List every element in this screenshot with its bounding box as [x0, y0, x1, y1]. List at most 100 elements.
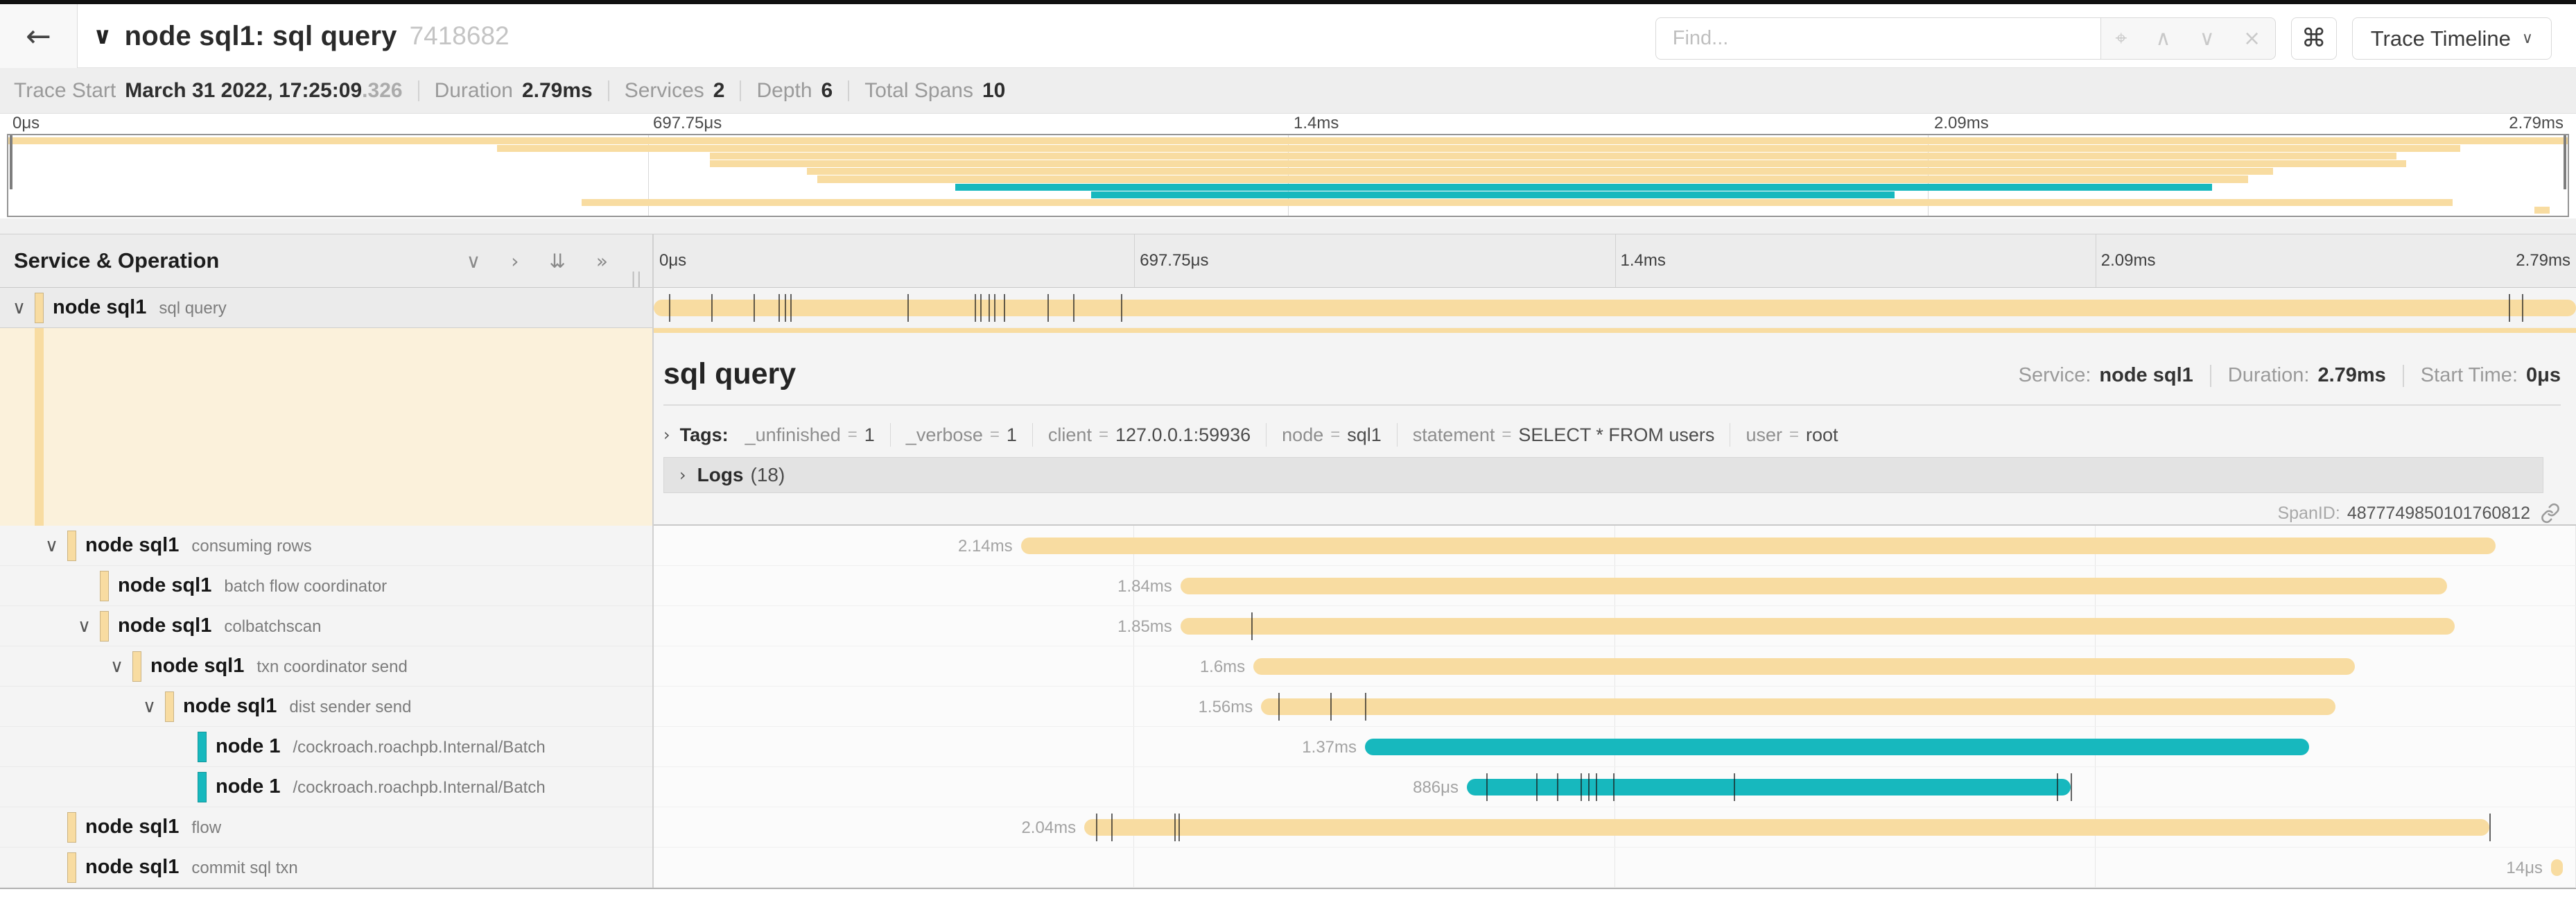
summary-divider — [608, 80, 609, 101]
span-bar[interactable] — [1084, 819, 2489, 836]
summary-divider — [740, 80, 741, 101]
span-log-tick — [907, 294, 909, 322]
span-log-tick — [1073, 294, 1074, 322]
span-tree-row[interactable]: ∨node sql1consuming rows — [0, 526, 652, 566]
span-bar-row[interactable]: 2.14ms — [654, 526, 2576, 566]
span-duration-label: 1.37ms — [1302, 738, 1365, 757]
span-log-tick — [1251, 612, 1253, 640]
tag-key: client — [1048, 424, 1092, 446]
span-bar[interactable] — [1021, 538, 2496, 554]
tags-accordion[interactable]: › Tags: _unfinished=1_verbose=1client=12… — [663, 420, 1838, 450]
spanid-label: SpanID: — [2277, 504, 2340, 524]
column-resize-handle[interactable]: || — [632, 269, 643, 289]
span-bar-row[interactable]: 1.84ms — [654, 566, 2576, 606]
trace-minimap[interactable] — [7, 134, 2569, 217]
collapse-all-icon[interactable]: ⇊ — [549, 250, 565, 273]
span-bar-row[interactable]: 1.85ms — [654, 606, 2576, 646]
span-tree-row[interactable]: node sql1batch flow coordinator — [0, 566, 652, 606]
collapse-one-icon[interactable]: ∨ — [467, 250, 481, 273]
span-bar-row[interactable]: 1.37ms — [654, 727, 2576, 767]
trace-title-group: ∨ node sql1: sql query 7418682 — [93, 4, 510, 68]
tag-divider — [1266, 423, 1267, 447]
locate-icon[interactable]: ⌖ — [2115, 26, 2127, 51]
minimap-span-row — [8, 191, 2568, 198]
span-log-tick — [669, 294, 670, 322]
span-service-name: node 1/cockroach.roachpb.Internal/Batch — [216, 735, 546, 758]
span-collapse-icon[interactable]: ∨ — [110, 656, 123, 677]
span-tree-row[interactable]: ∨node sql1txn coordinator send — [0, 646, 652, 687]
minimap-span-row — [8, 137, 2568, 144]
span-tree-row[interactable]: node 1/cockroach.roachpb.Internal/Batch — [0, 767, 652, 807]
tag-key: statement — [1413, 424, 1495, 446]
span-color-swatch — [67, 852, 76, 883]
span-service-name: node sql1batch flow coordinator — [118, 574, 387, 597]
span-bar[interactable] — [1181, 618, 2455, 635]
span-bar[interactable] — [1365, 739, 2309, 755]
trace-view-selector[interactable]: Trace Timeline ∨ — [2352, 17, 2552, 60]
span-bar[interactable] — [654, 300, 2576, 316]
logs-count: (18) — [751, 464, 785, 486]
trace-summary-bar: Trace StartMarch 31 2022, 17:25:09.326Du… — [0, 68, 2576, 114]
span-duration-label: 1.56ms — [1199, 698, 1262, 717]
span-list-header: Service & Operation ∨ › ⇊ » || — [0, 234, 652, 288]
tag-item: _verbose=1 — [906, 424, 1017, 446]
span-bar-row[interactable]: 2.04ms — [654, 807, 2576, 848]
span-service-name: node sql1commit sql txn — [85, 856, 298, 879]
span-tree-row[interactable]: node sql1commit sql txn — [0, 848, 652, 888]
span-collapse-icon[interactable]: ∨ — [45, 535, 58, 556]
copy-link-icon[interactable] — [2540, 503, 2561, 524]
span-duration-label: 2.04ms — [1021, 818, 1084, 838]
span-tree-row[interactable]: ∨node sql1sql query — [0, 288, 652, 328]
span-log-tick — [1588, 773, 1590, 801]
span-bar-row[interactable]: 886μs — [654, 767, 2576, 807]
span-operation-name: flow — [191, 818, 221, 837]
logs-accordion[interactable]: › Logs (18) — [663, 457, 2543, 493]
span-operation-name: consuming rows — [191, 537, 311, 556]
find-input[interactable] — [1655, 17, 2101, 60]
span-bar-row[interactable]: 1.56ms — [654, 687, 2576, 727]
span-log-tick — [2522, 294, 2523, 322]
span-tree-row[interactable]: node sql1flow — [0, 807, 652, 848]
rows-bottom-border — [0, 888, 2576, 889]
minimap-span-row — [8, 183, 2568, 191]
span-operation-name: dist sender send — [289, 698, 411, 716]
span-log-tick — [1096, 814, 1097, 841]
span-bar[interactable] — [1261, 698, 2335, 715]
spanid-row: SpanID: 4877749850101760812 — [2277, 503, 2561, 524]
minimap-span-bar — [8, 137, 2568, 144]
span-tree-row[interactable]: ∨node sql1dist sender send — [0, 687, 652, 727]
span-log-tick — [1047, 294, 1049, 322]
minimap-rows — [8, 137, 2568, 214]
page-title: node sql1: sql query — [125, 21, 397, 52]
ruler-tick-label: 2.09ms — [2101, 251, 2156, 270]
expand-one-icon[interactable]: › — [511, 250, 519, 273]
tag-equals: = — [990, 425, 1000, 445]
span-collapse-icon[interactable]: ∨ — [143, 696, 156, 717]
span-tree-row[interactable]: ∨node sql1colbatchscan — [0, 606, 652, 646]
span-bar[interactable] — [2551, 859, 2563, 876]
ruler-gridline — [1134, 234, 1135, 287]
minimap-scrubber-left[interactable] — [10, 135, 12, 189]
find-next-icon[interactable]: ∨ — [2200, 26, 2215, 51]
span-tree-row[interactable]: node 1/cockroach.roachpb.Internal/Batch — [0, 727, 652, 767]
tag-equals: = — [1099, 425, 1108, 445]
span-bar[interactable] — [1253, 658, 2355, 675]
find-prev-icon[interactable]: ∧ — [2156, 26, 2171, 51]
span-collapse-icon[interactable]: ∨ — [12, 298, 26, 318]
span-bar[interactable] — [1181, 578, 2447, 594]
keyboard-shortcuts-button[interactable]: ⌘ — [2291, 17, 2337, 60]
span-bar-row[interactable] — [654, 288, 2576, 328]
minimap-scrubber-right[interactable] — [2564, 135, 2566, 189]
find-clear-icon[interactable]: × — [2243, 26, 2261, 51]
span-detail-left-cell — [0, 328, 652, 526]
span-log-tick — [778, 294, 780, 322]
minimap-span-bar — [955, 184, 2212, 191]
chevron-right-icon: › — [663, 425, 670, 445]
span-bar-row[interactable]: 14μs — [654, 848, 2576, 888]
ruler-tick-label: 697.75μs — [1140, 251, 1208, 270]
expand-all-icon[interactable]: » — [596, 250, 608, 273]
span-collapse-icon[interactable]: ∨ — [78, 616, 91, 637]
collapse-trace-icon[interactable]: ∨ — [93, 22, 112, 50]
span-bar-row[interactable]: 1.6ms — [654, 646, 2576, 687]
back-button[interactable]: ← — [0, 4, 78, 68]
